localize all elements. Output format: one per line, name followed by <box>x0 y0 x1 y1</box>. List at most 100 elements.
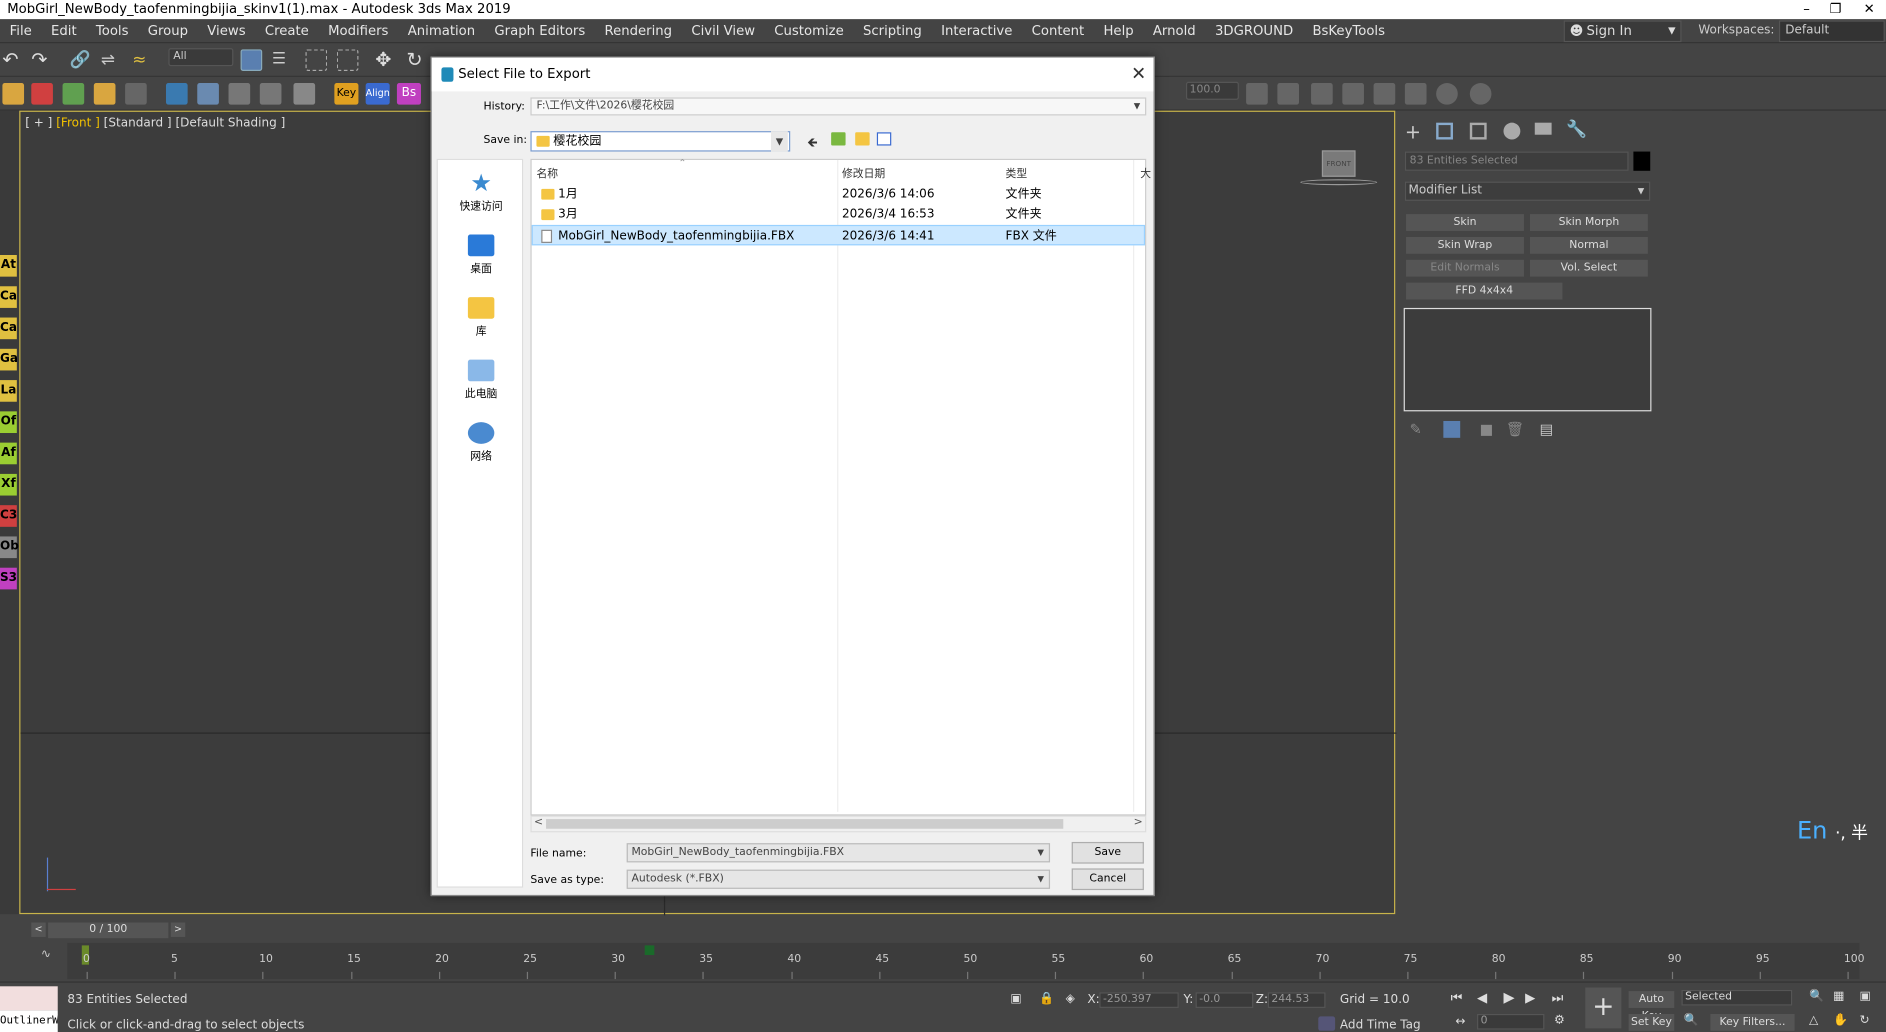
go-to-end-icon[interactable]: ⏭ <box>1552 990 1564 1007</box>
bs-tool-button[interactable]: Bs <box>396 82 421 105</box>
percent-spinner[interactable]: 100.0 <box>1185 81 1239 100</box>
file-row[interactable]: 1月 2026/3/6 14:06 文件夹 <box>532 184 1145 204</box>
create-tab-icon[interactable]: + <box>1405 120 1421 143</box>
left-strip-tool[interactable]: Ga <box>0 348 18 371</box>
chevron-down-icon[interactable]: ▼ <box>770 131 788 152</box>
time-tag-icon[interactable] <box>1318 1016 1336 1031</box>
window-crossing-icon[interactable] <box>336 49 359 71</box>
align-tool-button[interactable]: Align <box>365 82 390 105</box>
pin-stack-icon[interactable]: ✎ <box>1410 421 1422 438</box>
sphere-icon[interactable] <box>1436 82 1458 105</box>
modifier-button-skin-morph[interactable]: Skin Morph <box>1529 214 1648 231</box>
menu-bskeytools[interactable]: BsKeyTools <box>1303 19 1395 42</box>
add-time-tag[interactable]: Add Time Tag <box>1340 1019 1421 1032</box>
character-tool-icon[interactable] <box>31 82 53 105</box>
scene-explorer-icon[interactable] <box>1342 82 1364 105</box>
file-row[interactable]: 3月 2026/3/4 16:53 文件夹 <box>532 204 1145 224</box>
file-name-field[interactable]: MobGirl_NewBody_taofenmingbijia.FBX ▼ <box>626 843 1051 863</box>
move-icon[interactable]: ✥ <box>375 49 397 71</box>
bind-spacewarp-icon[interactable]: ≈ <box>132 49 154 71</box>
menu-tools[interactable]: Tools <box>86 19 138 42</box>
menu-content[interactable]: Content <box>1022 19 1094 42</box>
play-icon[interactable]: ▶ <box>1504 989 1515 1006</box>
set-key-big-button[interactable]: + <box>1585 987 1622 1029</box>
z-coordinate-field[interactable]: 244.53 <box>1267 992 1326 1008</box>
field-of-view-icon[interactable]: △ <box>1809 1014 1818 1027</box>
viewport-standard-label[interactable]: [Standard ] <box>104 117 172 130</box>
maxscript-listener[interactable] <box>0 986 58 1011</box>
motion-tab-icon[interactable] <box>1503 122 1521 140</box>
go-to-start-icon[interactable]: ⏮ <box>1451 990 1463 1007</box>
viewport-menu-plus[interactable]: [ + ] <box>25 117 52 130</box>
modifier-list-dropdown[interactable]: Modifier List ▼ <box>1404 181 1651 201</box>
isolate-icon[interactable]: ▣ <box>1010 992 1021 1005</box>
left-strip-tool[interactable]: Ca <box>0 286 17 308</box>
rotate-icon[interactable]: ↻ <box>407 49 429 71</box>
modifier-button-edit-normals[interactable]: Edit Normals <box>1406 259 1524 277</box>
left-strip-tool[interactable]: Af <box>0 442 17 465</box>
zoom-extents-icon[interactable]: ▣ <box>1860 990 1871 1003</box>
absolute-mode-icon[interactable]: ◈ <box>1066 992 1075 1005</box>
track-bar[interactable]: 0 5 10 15 20 25 30 35 40 45 50 55 60 65 70 75 80 85 90 95 10… <box>67 942 1865 980</box>
place-libraries[interactable]: 库 <box>438 297 525 338</box>
add-layer-icon[interactable] <box>1277 82 1300 105</box>
scroll-left-icon[interactable]: < <box>534 817 543 829</box>
set-key-button[interactable]: Set Key <box>1628 1013 1675 1031</box>
left-strip-tool[interactable]: Xf <box>0 473 17 496</box>
mountain-tool-icon[interactable] <box>165 82 188 105</box>
sign-in-dropdown[interactable]: ☻ Sign In ▼ <box>1563 20 1682 43</box>
menu-graph-editors[interactable]: Graph Editors <box>485 19 595 42</box>
save-as-type-dropdown[interactable]: Autodesk (*.FBX) ▼ <box>626 869 1051 889</box>
menu-create[interactable]: Create <box>255 19 318 42</box>
column-header-name[interactable]: 名称 <box>536 165 558 180</box>
menu-help[interactable]: Help <box>1094 19 1143 42</box>
link-icon[interactable]: 🔗 <box>70 49 92 71</box>
next-key-icon[interactable]: ▶ <box>1525 990 1535 1006</box>
layer-props-icon[interactable] <box>1311 82 1333 105</box>
menu-group[interactable]: Group <box>138 19 198 42</box>
keyframe-marker[interactable] <box>644 945 655 956</box>
helper-icon[interactable] <box>1404 82 1427 105</box>
viewcube[interactable]: FRONT <box>1321 150 1356 177</box>
menu-animation[interactable]: Animation <box>398 19 485 42</box>
viewport-label[interactable]: [ + ] [Front ] [Standard ] [Default Shad… <box>25 117 285 130</box>
scroll-right-icon[interactable]: > <box>1134 817 1143 829</box>
modifier-stack[interactable] <box>1403 307 1652 412</box>
ime-indicator[interactable]: En ·, 半 <box>1797 815 1868 844</box>
object-name-field[interactable]: 83 Entities Selected <box>1404 151 1629 171</box>
outliner-button[interactable]: OutlinerW <box>0 1010 58 1032</box>
plane-tool-icon[interactable] <box>197 82 219 105</box>
menu-civil-view[interactable]: Civil View <box>682 19 765 42</box>
view-menu-icon[interactable] <box>876 132 892 146</box>
menu-rendering[interactable]: Rendering <box>595 19 682 42</box>
pan-icon[interactable]: ✋ <box>1833 1014 1848 1027</box>
previous-key-icon[interactable]: ◀ <box>1477 990 1487 1006</box>
selection-filter-dropdown[interactable]: All <box>168 48 234 67</box>
menu-arnold[interactable]: Arnold <box>1143 19 1205 42</box>
unlink-icon[interactable]: ⇌ <box>101 49 123 71</box>
horizontal-scrollbar[interactable]: < > <box>530 815 1147 833</box>
left-strip-tool[interactable]: At <box>0 254 17 277</box>
scan-tool-icon[interactable] <box>293 82 316 105</box>
left-strip-tool[interactable]: Ca <box>0 317 17 340</box>
viewport-shading-label[interactable]: [Default Shading ] <box>175 117 285 130</box>
x-coordinate-field[interactable]: -250.397 <box>1099 992 1179 1008</box>
select-by-name-icon[interactable]: ☰ <box>272 49 294 71</box>
key-filters-button[interactable]: Key Filters... <box>1710 1013 1795 1031</box>
rect-selection-icon[interactable] <box>305 49 328 71</box>
object-color-swatch[interactable] <box>1633 151 1651 171</box>
auto-key-button[interactable]: Auto Key <box>1628 991 1675 1022</box>
viewport-view-label[interactable]: [Front ] <box>56 117 100 130</box>
modifier-button-skin[interactable]: Skin <box>1406 214 1524 231</box>
key-mode-icon[interactable]: ↔ <box>1455 1015 1465 1028</box>
cancel-button[interactable]: Cancel <box>1071 868 1144 891</box>
menu-interactive[interactable]: Interactive <box>931 19 1022 42</box>
layer-stack-icon[interactable] <box>1373 82 1396 105</box>
wn-tool-icon[interactable] <box>93 82 116 105</box>
file-row-selected[interactable]: MobGirl_NewBody_taofenmingbijia.FBX 2026… <box>531 224 1146 246</box>
layer-manager-icon[interactable] <box>1246 82 1268 105</box>
hierarchy-tab-icon[interactable] <box>1469 122 1487 140</box>
left-strip-tool[interactable]: Ob <box>0 536 19 559</box>
tm-tool-icon[interactable] <box>259 82 282 105</box>
workspaces-selector[interactable]: Workspaces: Default <box>1698 20 1886 43</box>
